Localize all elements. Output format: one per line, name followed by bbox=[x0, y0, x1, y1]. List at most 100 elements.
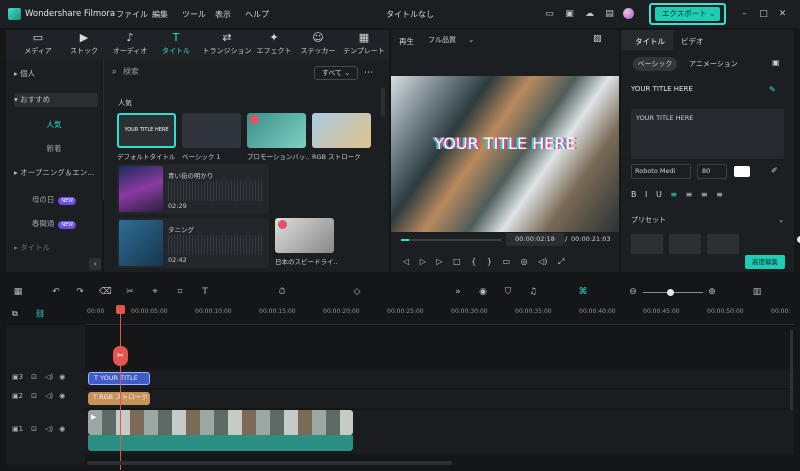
snap-icon[interactable]: ⌘ bbox=[577, 286, 589, 298]
fullscreen-icon[interactable]: ⤢ bbox=[558, 257, 564, 266]
nav-new[interactable]: 新着 bbox=[6, 142, 102, 156]
close-icon[interactable]: ✕ bbox=[777, 9, 788, 19]
video-clip[interactable] bbox=[88, 410, 353, 435]
add-track-icon[interactable]: ⧉ bbox=[12, 309, 18, 319]
tab-audio[interactable]: ♪ オーディオ bbox=[110, 32, 150, 60]
eye-icon[interactable]: ◉ bbox=[59, 425, 65, 433]
zoom-out-icon[interactable]: ⊖ bbox=[627, 286, 639, 298]
tab-stock[interactable]: ▶ ストック bbox=[64, 32, 104, 60]
preset-thumb[interactable] bbox=[631, 234, 663, 254]
menu-view[interactable]: 表示 bbox=[215, 9, 231, 20]
timer-icon[interactable]: ⏱ bbox=[276, 286, 288, 298]
prev-frame-icon[interactable]: ◁ bbox=[403, 257, 409, 266]
tab-effects[interactable]: ✦ エフェクト bbox=[254, 32, 294, 60]
ai-icon[interactable]: ✎ bbox=[769, 85, 776, 94]
zoom-in-icon[interactable]: ⊕ bbox=[706, 286, 718, 298]
align-right-icon[interactable]: ≡ bbox=[701, 190, 708, 199]
format-controls[interactable]: B I U ≡ ≡ ≡ ≡ bbox=[631, 190, 723, 199]
text-color-swatch[interactable] bbox=[734, 166, 750, 177]
quality-dropdown[interactable]: フル品質 ⌄ bbox=[423, 33, 493, 47]
bold-icon[interactable]: B bbox=[631, 190, 637, 199]
mark-in-icon[interactable]: { bbox=[471, 257, 476, 266]
audio-item-2[interactable]: タニング 02:42 bbox=[117, 218, 269, 268]
play-icon[interactable]: ▷ bbox=[436, 257, 442, 266]
save-icon[interactable]: ▣ bbox=[564, 9, 575, 19]
timeline-h-scrollbar[interactable] bbox=[87, 461, 452, 465]
playhead[interactable] bbox=[120, 310, 121, 470]
link-icon[interactable]: ⛓ bbox=[35, 309, 45, 318]
nav-personal[interactable]: ▸ 個人 bbox=[14, 67, 98, 81]
preset-thumb[interactable] bbox=[669, 234, 701, 254]
tab-transitions[interactable]: ⇄ トランジション bbox=[202, 32, 252, 60]
advanced-edit-button[interactable]: 高度編集 bbox=[745, 255, 785, 269]
lock-icon[interactable]: ⊡ bbox=[31, 425, 37, 433]
select-icon[interactable]: ⌖ bbox=[149, 286, 161, 298]
stop-icon[interactable]: □ bbox=[453, 257, 461, 266]
preset-thumb[interactable] bbox=[707, 234, 739, 254]
track-lane-3[interactable] bbox=[85, 370, 794, 388]
nav-recommended[interactable]: ▾ おすすめ bbox=[14, 93, 98, 107]
redo-icon[interactable]: ↷ bbox=[74, 286, 86, 298]
crop-icon[interactable]: ⌗ bbox=[174, 286, 186, 298]
render-icon[interactable]: ◉ bbox=[477, 286, 489, 298]
nav-mothers-day[interactable]: 母の日 NEW bbox=[6, 193, 102, 207]
volume-icon[interactable]: ◁) bbox=[45, 373, 53, 381]
maximize-icon[interactable]: □ bbox=[758, 9, 769, 19]
gift-icon[interactable]: ▤ bbox=[604, 9, 615, 19]
menu-help[interactable]: ヘルプ bbox=[245, 9, 269, 20]
filter-dropdown[interactable]: すべて ⌄ bbox=[314, 66, 358, 80]
italic-icon[interactable]: I bbox=[645, 190, 647, 199]
cloud-icon[interactable]: ☁ bbox=[584, 9, 595, 19]
monitor-icon[interactable]: ▭ bbox=[503, 257, 511, 266]
search-input[interactable]: 検索 bbox=[123, 67, 139, 76]
nav-spring[interactable]: 春聞通 NEW bbox=[6, 217, 102, 231]
tab-video-props[interactable]: ビデオ bbox=[681, 36, 704, 47]
grid-icon[interactable]: ▦ bbox=[12, 286, 24, 298]
camera-icon[interactable]: ◎ bbox=[521, 257, 528, 266]
menu-file[interactable]: ファイル bbox=[116, 9, 148, 20]
menu-edit[interactable]: 編集 bbox=[152, 9, 168, 20]
video-preview[interactable]: YOUR TITLE HERE bbox=[391, 76, 619, 232]
font-size-select[interactable]: 80 bbox=[697, 164, 727, 179]
save-preset-icon[interactable]: ▣ bbox=[772, 58, 780, 67]
text-icon[interactable]: T bbox=[199, 286, 211, 298]
content-scrollbar[interactable] bbox=[381, 88, 385, 116]
title-thumb-basic[interactable] bbox=[182, 113, 241, 148]
align-center-icon[interactable]: ≡ bbox=[686, 190, 693, 199]
tab-titles[interactable]: T タイトル bbox=[156, 32, 196, 60]
delete-icon[interactable]: ⌫ bbox=[99, 286, 112, 298]
export-button-highlight[interactable]: エクスポート ⌄ bbox=[649, 3, 726, 25]
export-button[interactable]: エクスポート ⌄ bbox=[655, 7, 720, 21]
preset-dropdown[interactable]: プリセット ⌄ bbox=[631, 213, 784, 227]
timeline-ruler[interactable]: 00:00 00:00:05:00 00:00:10:00 00:00:15:0… bbox=[85, 307, 794, 325]
nav-popular[interactable]: 人気 bbox=[6, 118, 102, 132]
split-marker-icon[interactable]: ✂ bbox=[113, 346, 128, 366]
align-justify-icon[interactable]: ≡ bbox=[716, 190, 723, 199]
forward-icon[interactable]: » bbox=[452, 286, 464, 298]
snapshot-icon[interactable]: ▨ bbox=[593, 34, 602, 44]
avatar[interactable] bbox=[623, 8, 634, 19]
mic-icon[interactable]: ♫ bbox=[527, 286, 539, 298]
rgb-stroke-clip[interactable]: T RGB ストローク bbox=[88, 392, 150, 405]
underline-icon[interactable]: U bbox=[656, 190, 662, 199]
lock-icon[interactable]: ⊡ bbox=[31, 373, 37, 381]
playhead-handle[interactable] bbox=[116, 305, 125, 314]
tab-stickers[interactable]: ☺ ステッカー bbox=[298, 32, 338, 60]
lock-icon[interactable]: ⊡ bbox=[31, 392, 37, 400]
eyedropper-icon[interactable]: ✐ bbox=[771, 166, 778, 175]
title-thumb-default[interactable]: YOUR TITLE HERE bbox=[117, 113, 176, 148]
volume-icon[interactable]: ◁) bbox=[45, 392, 53, 400]
eye-icon[interactable]: ◉ bbox=[59, 373, 65, 381]
playback-controls[interactable]: ◁ ▷ ▷ □ { } ▭ ◎ ◁) ⤢ bbox=[403, 257, 564, 267]
split-icon[interactable]: ✂ bbox=[124, 286, 136, 298]
zoom-knob[interactable] bbox=[667, 289, 674, 296]
progress-track[interactable] bbox=[401, 239, 501, 241]
more-options-icon[interactable]: ⋯ bbox=[364, 68, 373, 78]
shield-icon[interactable]: ⛉ bbox=[502, 286, 514, 298]
mark-out-icon[interactable]: } bbox=[487, 257, 492, 266]
font-select[interactable]: Roboto Medi bbox=[631, 164, 691, 179]
audio-item-1[interactable]: 青い街の明かり 02:29 bbox=[117, 164, 269, 214]
collapse-left-icon[interactable]: ‹ bbox=[89, 258, 101, 270]
layout-menu-icon[interactable]: ▥ bbox=[751, 286, 763, 298]
align-left-icon[interactable]: ≡ bbox=[670, 190, 677, 199]
